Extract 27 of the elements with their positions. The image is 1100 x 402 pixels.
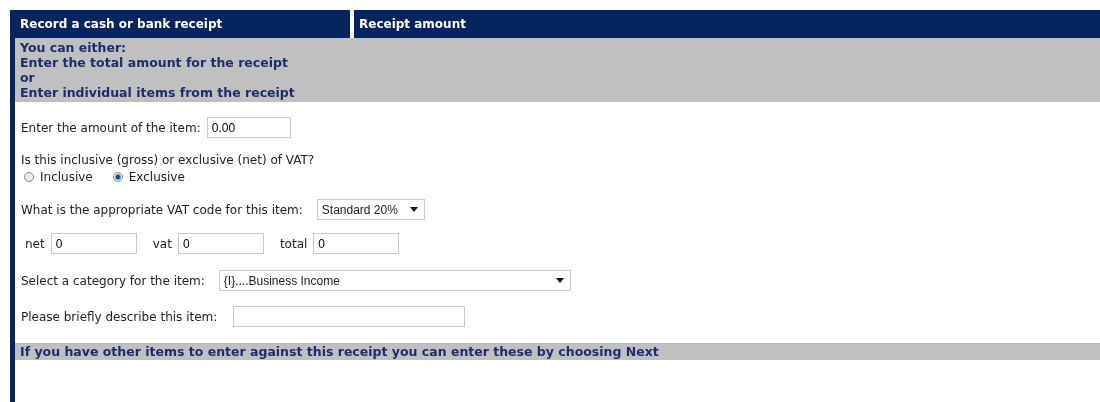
vat-code-label: What is the appropriate VAT code for this item: [21, 202, 303, 217]
instruction-text: Enter individual items from the receipt [20, 85, 296, 100]
caret-icon [555, 278, 564, 283]
radio-button[interactable] [24, 172, 34, 182]
amount-field[interactable]: 0 [177, 233, 264, 254]
vat-code-dropdown[interactable]: Standard 20% [316, 199, 425, 220]
radio-label[interactable]: Exclusive [128, 170, 185, 184]
radio-label[interactable]: Inclusive [40, 170, 93, 184]
section-title: Receipt amount [358, 16, 466, 33]
instruction-text: Enter the total amount for the receipt [20, 55, 289, 70]
amount-label: vat [152, 236, 172, 251]
amount-label: total [279, 236, 308, 251]
amount-field[interactable]: 0 [313, 233, 400, 254]
radio-button[interactable] [112, 172, 123, 182]
info-banner: If you have other items to enter against this receipt you can enter these by choosing Next [15, 343, 1100, 360]
category-dropdown[interactable]: {I}....Business Income [218, 270, 571, 291]
amount-label: net [25, 236, 45, 251]
vat-question: Is this inclusive (gross) or exclusive (net) of VAT? [21, 153, 316, 167]
description-field[interactable] [233, 306, 466, 327]
description-label: Please briefly describe this item: [21, 309, 218, 324]
category-label: Select a category for the item: [21, 273, 205, 288]
amount-field[interactable]: 0 [50, 233, 137, 254]
instruction-text: or [20, 70, 36, 85]
caret-icon [409, 207, 418, 212]
amount-label: Enter the amount of the item: [21, 120, 201, 135]
instruction-text: You can either: [20, 40, 128, 55]
amount-field[interactable]: 0.00 [206, 117, 291, 138]
